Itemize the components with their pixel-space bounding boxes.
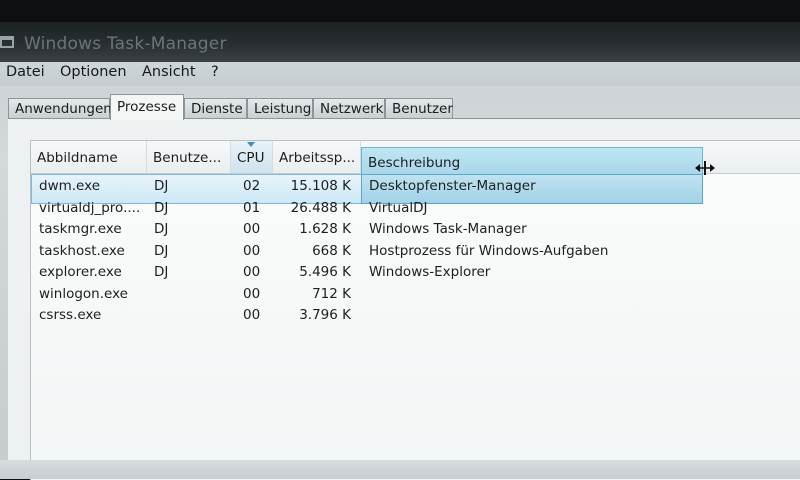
column-label: Abbildname xyxy=(37,150,118,166)
title-bar[interactable]: Windows Task-Manager xyxy=(0,22,800,62)
window-title: Windows Task-Manager xyxy=(24,34,227,54)
table-row[interactable]: explorer.exe DJ 00 5.496 K Windows-Explorer xyxy=(31,264,703,286)
task-manager-icon xyxy=(0,36,14,48)
process-name: taskmgr.exe xyxy=(39,221,122,237)
process-list[interactable]: Abbildname Benutze... CPU Arbeitssp... B… xyxy=(30,140,800,480)
horizontal-scrollbar[interactable] xyxy=(0,460,800,479)
table-row[interactable]: dwm.exe DJ 02 15.108 K Desktopfenster-Manage… xyxy=(31,178,703,200)
process-name: explorer.exe xyxy=(39,264,122,280)
column-header-beschreibung[interactable]: Beschreibung xyxy=(361,147,703,175)
sort-descending-icon xyxy=(247,142,255,147)
process-memory: 26.488 K xyxy=(290,199,351,216)
process-memory: 5.496 K xyxy=(299,264,351,280)
process-user: DJ xyxy=(154,221,169,237)
process-cpu: 01 xyxy=(243,199,261,216)
column-header-benutzer[interactable]: Benutze... xyxy=(147,141,231,173)
process-user: DJ xyxy=(154,264,169,280)
process-name: csrss.exe xyxy=(39,307,102,323)
table-row[interactable]: winlogon.exe 00 712 K xyxy=(31,286,703,308)
process-cpu: 00 xyxy=(243,307,261,323)
process-description: Desktopfenster-Manager xyxy=(369,178,536,194)
process-memory: 668 K xyxy=(312,242,351,259)
menu-datei[interactable]: Datei xyxy=(6,64,45,80)
process-description: Windows-Explorer xyxy=(369,264,491,280)
column-header-row: Abbildname Benutze... CPU Arbeitssp... B… xyxy=(31,141,800,175)
menu-ansicht[interactable]: Ansicht xyxy=(142,64,196,80)
tab-leistung[interactable]: Leistung xyxy=(247,98,313,118)
column-label: CPU xyxy=(237,150,265,166)
process-name: dwm.exe xyxy=(39,178,101,194)
process-name: winlogon.exe xyxy=(39,285,128,302)
table-row[interactable]: csrss.exe 00 3.796 K xyxy=(31,307,703,329)
process-user: DJ xyxy=(154,199,169,216)
process-description: VirtualDJ xyxy=(369,199,428,216)
column-resize-cursor-icon xyxy=(695,161,715,175)
process-description: Hostprozess für Windows-Aufgaben xyxy=(369,242,609,259)
process-user: DJ xyxy=(154,178,169,194)
tab-anwendungen[interactable]: Anwendungen xyxy=(8,98,112,118)
tab-prozesse[interactable]: Prozesse xyxy=(110,94,184,120)
process-user: DJ xyxy=(154,242,169,259)
process-memory: 712 K xyxy=(312,285,351,302)
table-row[interactable]: taskmgr.exe DJ 00 1.628 K Windows Task-Manag… xyxy=(31,221,703,243)
process-description: Windows Task-Manager xyxy=(369,221,527,237)
column-label: Arbeitssp... xyxy=(279,150,356,166)
process-cpu: 00 xyxy=(243,242,261,259)
column-label: Benutze... xyxy=(153,150,222,166)
process-name: virtualdj_pro.... xyxy=(39,199,141,216)
column-header-cpu[interactable]: CPU xyxy=(231,141,273,173)
process-memory: 15.108 K xyxy=(290,178,351,194)
process-cpu: 02 xyxy=(243,178,261,194)
menu-bar: Datei Optionen Ansicht ? xyxy=(0,62,800,86)
process-memory: 3.796 K xyxy=(299,307,351,323)
tab-netzwerk[interactable]: Netzwerk xyxy=(313,98,385,118)
table-row[interactable]: virtualdj_pro.... DJ 01 26.488 K VirtualDJ xyxy=(31,200,703,222)
table-row[interactable]: taskhost.exe DJ 00 668 K Hostprozess für Win… xyxy=(31,243,703,265)
column-header-abbildname[interactable]: Abbildname xyxy=(31,141,147,173)
column-header-arbeitsspeicher[interactable]: Arbeitssp... xyxy=(273,141,361,173)
column-label: Beschreibung xyxy=(368,155,461,171)
process-cpu: 00 xyxy=(243,221,261,237)
tab-dienste[interactable]: Dienste xyxy=(184,98,247,118)
menu-optionen[interactable]: Optionen xyxy=(60,64,127,80)
process-cpu: 00 xyxy=(243,285,261,302)
process-name: taskhost.exe xyxy=(39,242,125,259)
menu-help[interactable]: ? xyxy=(211,64,219,80)
process-cpu: 00 xyxy=(243,264,261,280)
process-memory: 1.628 K xyxy=(299,221,351,237)
tab-benutzer[interactable]: Benutzer xyxy=(385,98,453,118)
